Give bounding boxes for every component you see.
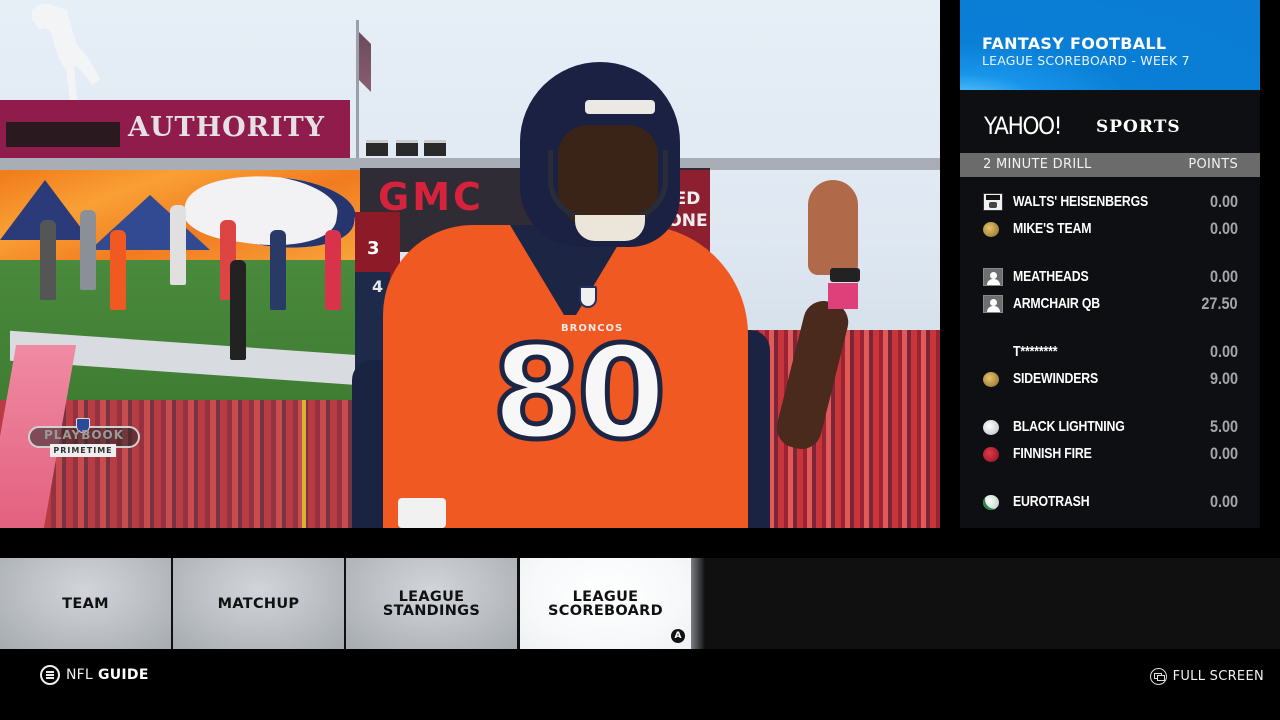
team-points: 0.00 (1209, 492, 1238, 511)
tab-label: TEAM (62, 595, 109, 612)
default-user-icon (983, 295, 1003, 313)
nfl-guide-label-nfl: NFL (66, 667, 93, 683)
full-screen-button[interactable]: FULL SCREEN (1149, 666, 1264, 686)
fantasy-panel: FANTASY FOOTBALL LEAGUE SCOREBOARD - WEE… (960, 0, 1260, 528)
goalpost (302, 400, 306, 528)
tab-label: MATCHUP (217, 595, 300, 612)
team-name: SIDEWINDERS (1013, 370, 1098, 387)
stadium-sign: AUTHORITY (0, 100, 350, 158)
team-row[interactable]: WALTS' HEISENBERGS 0.00 (960, 190, 1260, 214)
team-name: MEATHEADS (1013, 268, 1089, 285)
tab-glow (691, 558, 705, 649)
white-helmet-icon (983, 420, 999, 435)
team-row[interactable]: BLACK LIGHTNING 5.00 (960, 415, 1260, 439)
flag (359, 32, 371, 92)
stadium-sign-text: AUTHORITY (128, 112, 326, 143)
logo-main-text: PLAYBOOK (43, 428, 125, 442)
team-name: FINNISH FIRE (1013, 445, 1092, 462)
down-number: 4 (372, 277, 384, 296)
tab-league-scoreboard[interactable]: LEAGUE SCOREBOARD A (520, 558, 691, 649)
gold-helmet-icon (983, 222, 999, 237)
team-row[interactable]: SIDEWINDERS 9.00 (960, 367, 1260, 391)
helmet-stripe (585, 100, 655, 114)
bronco-statue (32, 3, 100, 100)
team-points: 0.00 (1209, 219, 1238, 238)
a-button-icon: A (671, 629, 685, 643)
panel-header: FANTASY FOOTBALL LEAGUE SCOREBOARD - WEE… (960, 0, 1260, 90)
watch (830, 268, 860, 282)
green-white-helmet-icon (983, 495, 999, 510)
nfl-guide-button[interactable]: NFL GUIDE (40, 664, 149, 686)
team-row[interactable]: MEATHEADS 0.00 (960, 265, 1260, 289)
tab-league-standings[interactable]: LEAGUE STANDINGS (346, 558, 517, 649)
team-points: 0.00 (1209, 192, 1238, 211)
default-user-icon (983, 268, 1003, 286)
panel-title: FANTASY FOOTBALL (982, 34, 1167, 53)
heisenberg-avatar-icon (983, 193, 1003, 211)
red-helmet-icon (983, 447, 999, 462)
tab-label: LEAGUE STANDINGS (382, 588, 481, 619)
tab-bar: TEAM MATCHUP LEAGUE STANDINGS LEAGUE SCO… (0, 558, 1280, 649)
view-button-icon (1149, 667, 1167, 685)
sideline-people (40, 200, 360, 360)
gold-helmet-icon (983, 372, 999, 387)
video-player[interactable]: AUTHORITY GMC ED ONE 3 4 BRONCOS 80 PLAY… (0, 0, 940, 528)
yahoo-logo-sports: SPORTS (1096, 117, 1181, 137)
full-screen-label: FULL SCREEN (1172, 668, 1264, 684)
team-points: 9.00 (1209, 369, 1238, 388)
team-name: T******** (1013, 343, 1058, 360)
flagpole (356, 20, 359, 160)
crowd (740, 330, 940, 528)
team-points: 0.00 (1209, 342, 1238, 361)
team-name: BLACK LIGHTNING (1013, 418, 1125, 435)
team-points: 5.00 (1209, 417, 1238, 436)
stadium-lights (362, 130, 452, 160)
tab-matchup[interactable]: MATCHUP (173, 558, 344, 649)
facemask (548, 150, 668, 220)
tab-team[interactable]: TEAM (0, 558, 171, 649)
playbook-primetime-logo: PLAYBOOK PRIMETIME (28, 418, 140, 458)
team-points: 0.00 (1209, 267, 1238, 286)
yahoo-sports-logo: YAHOO! SPORTS (984, 112, 1180, 140)
pink-wristband (828, 283, 858, 309)
panel-subtitle: LEAGUE SCOREBOARD - WEEK 7 (982, 53, 1190, 68)
raised-hand (808, 180, 858, 275)
down-number: 3 (367, 238, 380, 259)
team-points: 27.50 (1201, 294, 1238, 313)
team-name: ARMCHAIR QB (1013, 295, 1101, 312)
yahoo-logo-word: YAHOO! (984, 112, 1062, 140)
app-root: AUTHORITY GMC ED ONE 3 4 BRONCOS 80 PLAY… (0, 0, 1280, 720)
team-row[interactable]: T******** 0.00 (960, 340, 1260, 364)
nfl-guide-label-guide: GUIDE (97, 667, 149, 683)
team-row[interactable]: ARMCHAIR QB 27.50 (960, 292, 1260, 316)
jersey-number: 80 (489, 319, 668, 468)
nfl-shield-icon (579, 286, 597, 308)
chinstrap (575, 215, 645, 241)
league-name: 2 MINUTE DRILL (983, 157, 1092, 172)
scoreboard-column-header: 2 MINUTE DRILL POINTS (960, 153, 1260, 177)
team-row[interactable]: MIKE'S TEAM 0.00 (960, 217, 1260, 241)
team-name: EUROTRASH (1013, 493, 1090, 510)
tab-label: LEAGUE SCOREBOARD (548, 588, 663, 619)
team-name: WALTS' HEISENBERGS (1013, 193, 1149, 210)
points-header: POINTS (1188, 157, 1238, 172)
team-row[interactable]: EUROTRASH 0.00 (960, 490, 1260, 514)
menu-button-icon (40, 665, 60, 685)
logo-sub-text: PRIMETIME (50, 444, 116, 457)
team-name: MIKE'S TEAM (1013, 220, 1092, 237)
wrist-tape (398, 498, 446, 528)
team-points: 0.00 (1209, 444, 1238, 463)
team-row[interactable]: FINNISH FIRE 0.00 (960, 442, 1260, 466)
